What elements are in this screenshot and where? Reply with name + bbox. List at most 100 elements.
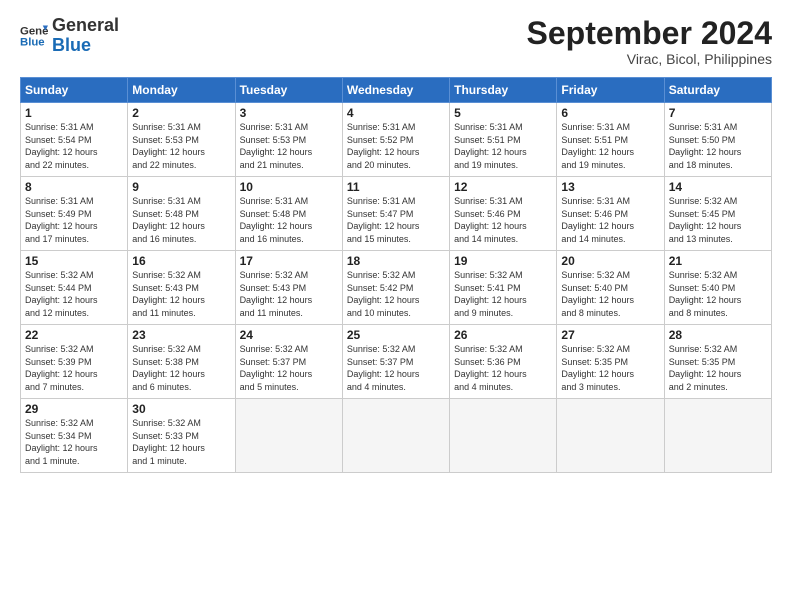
table-row: 11Sunrise: 5:31 AM Sunset: 5:47 PM Dayli… [342, 177, 449, 251]
day-info: Sunrise: 5:31 AM Sunset: 5:47 PM Dayligh… [347, 195, 445, 245]
day-info: Sunrise: 5:31 AM Sunset: 5:53 PM Dayligh… [132, 121, 230, 171]
day-number: 21 [669, 254, 767, 268]
day-number: 7 [669, 106, 767, 120]
table-row: 6Sunrise: 5:31 AM Sunset: 5:51 PM Daylig… [557, 103, 664, 177]
day-number: 1 [25, 106, 123, 120]
day-number: 10 [240, 180, 338, 194]
day-info: Sunrise: 5:32 AM Sunset: 5:33 PM Dayligh… [132, 417, 230, 467]
table-row: 1Sunrise: 5:31 AM Sunset: 5:54 PM Daylig… [21, 103, 128, 177]
day-info: Sunrise: 5:31 AM Sunset: 5:54 PM Dayligh… [25, 121, 123, 171]
day-number: 5 [454, 106, 552, 120]
logo: General Blue General Blue [20, 16, 119, 56]
table-row [235, 399, 342, 473]
table-row: 24Sunrise: 5:32 AM Sunset: 5:37 PM Dayli… [235, 325, 342, 399]
calendar-week-row: 8Sunrise: 5:31 AM Sunset: 5:49 PM Daylig… [21, 177, 772, 251]
day-info: Sunrise: 5:31 AM Sunset: 5:46 PM Dayligh… [454, 195, 552, 245]
table-row: 21Sunrise: 5:32 AM Sunset: 5:40 PM Dayli… [664, 251, 771, 325]
day-info: Sunrise: 5:32 AM Sunset: 5:34 PM Dayligh… [25, 417, 123, 467]
table-row: 23Sunrise: 5:32 AM Sunset: 5:38 PM Dayli… [128, 325, 235, 399]
day-info: Sunrise: 5:31 AM Sunset: 5:46 PM Dayligh… [561, 195, 659, 245]
day-info: Sunrise: 5:32 AM Sunset: 5:37 PM Dayligh… [240, 343, 338, 393]
day-number: 30 [132, 402, 230, 416]
day-info: Sunrise: 5:31 AM Sunset: 5:49 PM Dayligh… [25, 195, 123, 245]
day-number: 26 [454, 328, 552, 342]
day-number: 2 [132, 106, 230, 120]
table-row: 10Sunrise: 5:31 AM Sunset: 5:48 PM Dayli… [235, 177, 342, 251]
table-row: 25Sunrise: 5:32 AM Sunset: 5:37 PM Dayli… [342, 325, 449, 399]
col-tuesday: Tuesday [235, 78, 342, 103]
month-title: September 2024 [527, 16, 772, 51]
col-monday: Monday [128, 78, 235, 103]
day-number: 16 [132, 254, 230, 268]
table-row: 12Sunrise: 5:31 AM Sunset: 5:46 PM Dayli… [450, 177, 557, 251]
day-number: 28 [669, 328, 767, 342]
calendar-week-row: 1Sunrise: 5:31 AM Sunset: 5:54 PM Daylig… [21, 103, 772, 177]
table-row: 16Sunrise: 5:32 AM Sunset: 5:43 PM Dayli… [128, 251, 235, 325]
table-row: 18Sunrise: 5:32 AM Sunset: 5:42 PM Dayli… [342, 251, 449, 325]
table-row: 2Sunrise: 5:31 AM Sunset: 5:53 PM Daylig… [128, 103, 235, 177]
day-info: Sunrise: 5:31 AM Sunset: 5:51 PM Dayligh… [561, 121, 659, 171]
day-number: 22 [25, 328, 123, 342]
day-number: 9 [132, 180, 230, 194]
table-row: 20Sunrise: 5:32 AM Sunset: 5:40 PM Dayli… [557, 251, 664, 325]
day-number: 11 [347, 180, 445, 194]
table-row [557, 399, 664, 473]
table-row: 4Sunrise: 5:31 AM Sunset: 5:52 PM Daylig… [342, 103, 449, 177]
col-friday: Friday [557, 78, 664, 103]
day-number: 19 [454, 254, 552, 268]
day-number: 29 [25, 402, 123, 416]
logo-general-text: General [52, 16, 119, 36]
day-info: Sunrise: 5:32 AM Sunset: 5:41 PM Dayligh… [454, 269, 552, 319]
day-number: 18 [347, 254, 445, 268]
table-row: 28Sunrise: 5:32 AM Sunset: 5:35 PM Dayli… [664, 325, 771, 399]
day-number: 13 [561, 180, 659, 194]
col-saturday: Saturday [664, 78, 771, 103]
day-number: 14 [669, 180, 767, 194]
day-number: 27 [561, 328, 659, 342]
table-row [664, 399, 771, 473]
calendar-week-row: 29Sunrise: 5:32 AM Sunset: 5:34 PM Dayli… [21, 399, 772, 473]
calendar-table: Sunday Monday Tuesday Wednesday Thursday… [20, 77, 772, 473]
day-info: Sunrise: 5:32 AM Sunset: 5:36 PM Dayligh… [454, 343, 552, 393]
day-info: Sunrise: 5:32 AM Sunset: 5:35 PM Dayligh… [669, 343, 767, 393]
generalblue-logo-icon: General Blue [20, 22, 48, 50]
table-row: 3Sunrise: 5:31 AM Sunset: 5:53 PM Daylig… [235, 103, 342, 177]
table-row: 22Sunrise: 5:32 AM Sunset: 5:39 PM Dayli… [21, 325, 128, 399]
day-info: Sunrise: 5:32 AM Sunset: 5:45 PM Dayligh… [669, 195, 767, 245]
day-number: 12 [454, 180, 552, 194]
day-info: Sunrise: 5:32 AM Sunset: 5:39 PM Dayligh… [25, 343, 123, 393]
day-info: Sunrise: 5:32 AM Sunset: 5:44 PM Dayligh… [25, 269, 123, 319]
day-number: 20 [561, 254, 659, 268]
table-row: 8Sunrise: 5:31 AM Sunset: 5:49 PM Daylig… [21, 177, 128, 251]
day-number: 25 [347, 328, 445, 342]
calendar-week-row: 15Sunrise: 5:32 AM Sunset: 5:44 PM Dayli… [21, 251, 772, 325]
day-number: 8 [25, 180, 123, 194]
col-sunday: Sunday [21, 78, 128, 103]
logo-blue-text: Blue [52, 36, 119, 56]
day-info: Sunrise: 5:32 AM Sunset: 5:35 PM Dayligh… [561, 343, 659, 393]
svg-text:Blue: Blue [20, 36, 45, 48]
calendar-header-row: Sunday Monday Tuesday Wednesday Thursday… [21, 78, 772, 103]
table-row: 9Sunrise: 5:31 AM Sunset: 5:48 PM Daylig… [128, 177, 235, 251]
day-info: Sunrise: 5:32 AM Sunset: 5:37 PM Dayligh… [347, 343, 445, 393]
day-number: 24 [240, 328, 338, 342]
day-info: Sunrise: 5:31 AM Sunset: 5:50 PM Dayligh… [669, 121, 767, 171]
title-block: September 2024 Virac, Bicol, Philippines [527, 16, 772, 67]
day-number: 3 [240, 106, 338, 120]
table-row: 14Sunrise: 5:32 AM Sunset: 5:45 PM Dayli… [664, 177, 771, 251]
day-info: Sunrise: 5:32 AM Sunset: 5:40 PM Dayligh… [669, 269, 767, 319]
table-row: 17Sunrise: 5:32 AM Sunset: 5:43 PM Dayli… [235, 251, 342, 325]
table-row [342, 399, 449, 473]
day-info: Sunrise: 5:31 AM Sunset: 5:53 PM Dayligh… [240, 121, 338, 171]
table-row: 13Sunrise: 5:31 AM Sunset: 5:46 PM Dayli… [557, 177, 664, 251]
day-number: 17 [240, 254, 338, 268]
day-number: 23 [132, 328, 230, 342]
day-info: Sunrise: 5:32 AM Sunset: 5:40 PM Dayligh… [561, 269, 659, 319]
table-row: 7Sunrise: 5:31 AM Sunset: 5:50 PM Daylig… [664, 103, 771, 177]
table-row: 29Sunrise: 5:32 AM Sunset: 5:34 PM Dayli… [21, 399, 128, 473]
location-subtitle: Virac, Bicol, Philippines [527, 51, 772, 67]
table-row: 19Sunrise: 5:32 AM Sunset: 5:41 PM Dayli… [450, 251, 557, 325]
day-number: 4 [347, 106, 445, 120]
day-info: Sunrise: 5:32 AM Sunset: 5:38 PM Dayligh… [132, 343, 230, 393]
header: General Blue General Blue September 2024… [20, 16, 772, 67]
